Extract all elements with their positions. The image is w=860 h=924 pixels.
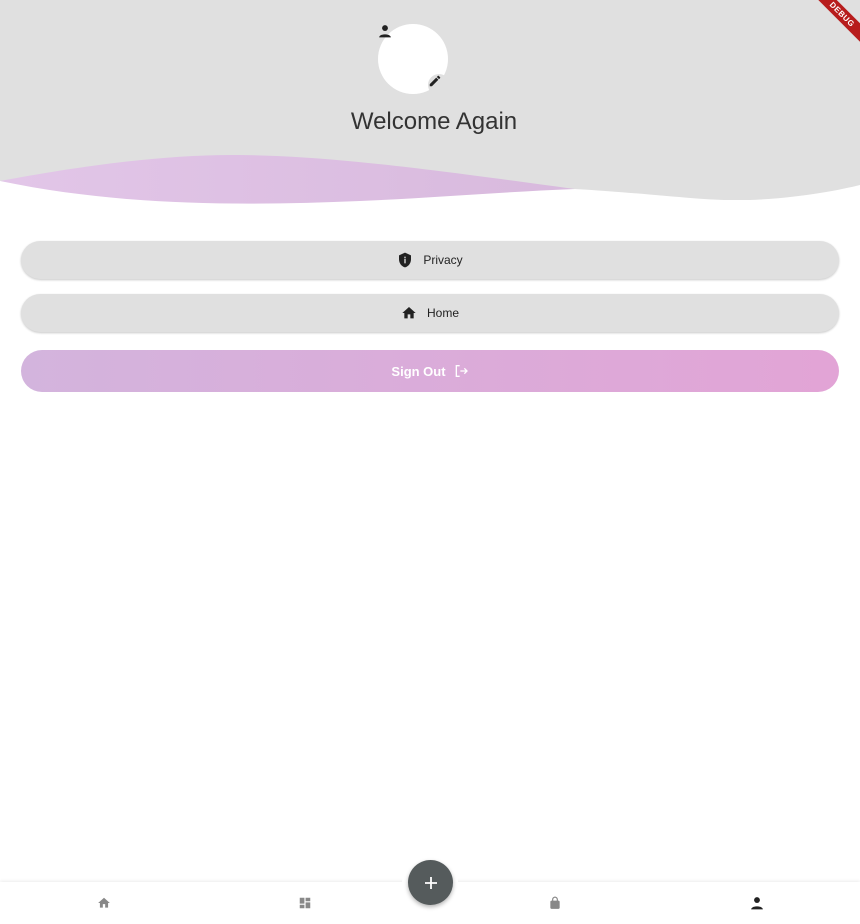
- pencil-icon: [429, 75, 441, 87]
- plus-icon: [424, 876, 437, 889]
- home-icon: [402, 307, 416, 319]
- sign-out-label: Sign Out: [391, 363, 446, 379]
- nav-home[interactable]: [84, 882, 124, 924]
- debug-banner: DEBUG: [800, 0, 860, 60]
- page-title: Welcome Again: [350, 108, 518, 135]
- lock-icon: [550, 896, 560, 909]
- avatar[interactable]: [378, 24, 450, 96]
- dashboard-icon: [299, 897, 311, 909]
- home-label: Home: [426, 306, 459, 320]
- logout-icon: [455, 365, 468, 377]
- nav-profile[interactable]: [737, 882, 777, 924]
- add-button[interactable]: [408, 860, 453, 905]
- shield-icon: [399, 252, 412, 268]
- header: DEBUG Welcome Again: [0, 0, 860, 210]
- person-icon: [751, 897, 763, 910]
- privacy-label: Privacy: [423, 253, 463, 267]
- home-icon: [98, 897, 110, 908]
- debug-label: DEBUG: [809, 0, 860, 48]
- edit-avatar-button[interactable]: [428, 74, 450, 96]
- person-icon: [379, 25, 391, 38]
- privacy-button[interactable]: Privacy: [21, 241, 839, 279]
- nav-lock[interactable]: [535, 882, 575, 924]
- home-button[interactable]: Home: [21, 294, 839, 332]
- sign-out-button[interactable]: Sign Out: [21, 350, 839, 392]
- nav-dashboard[interactable]: [285, 882, 325, 924]
